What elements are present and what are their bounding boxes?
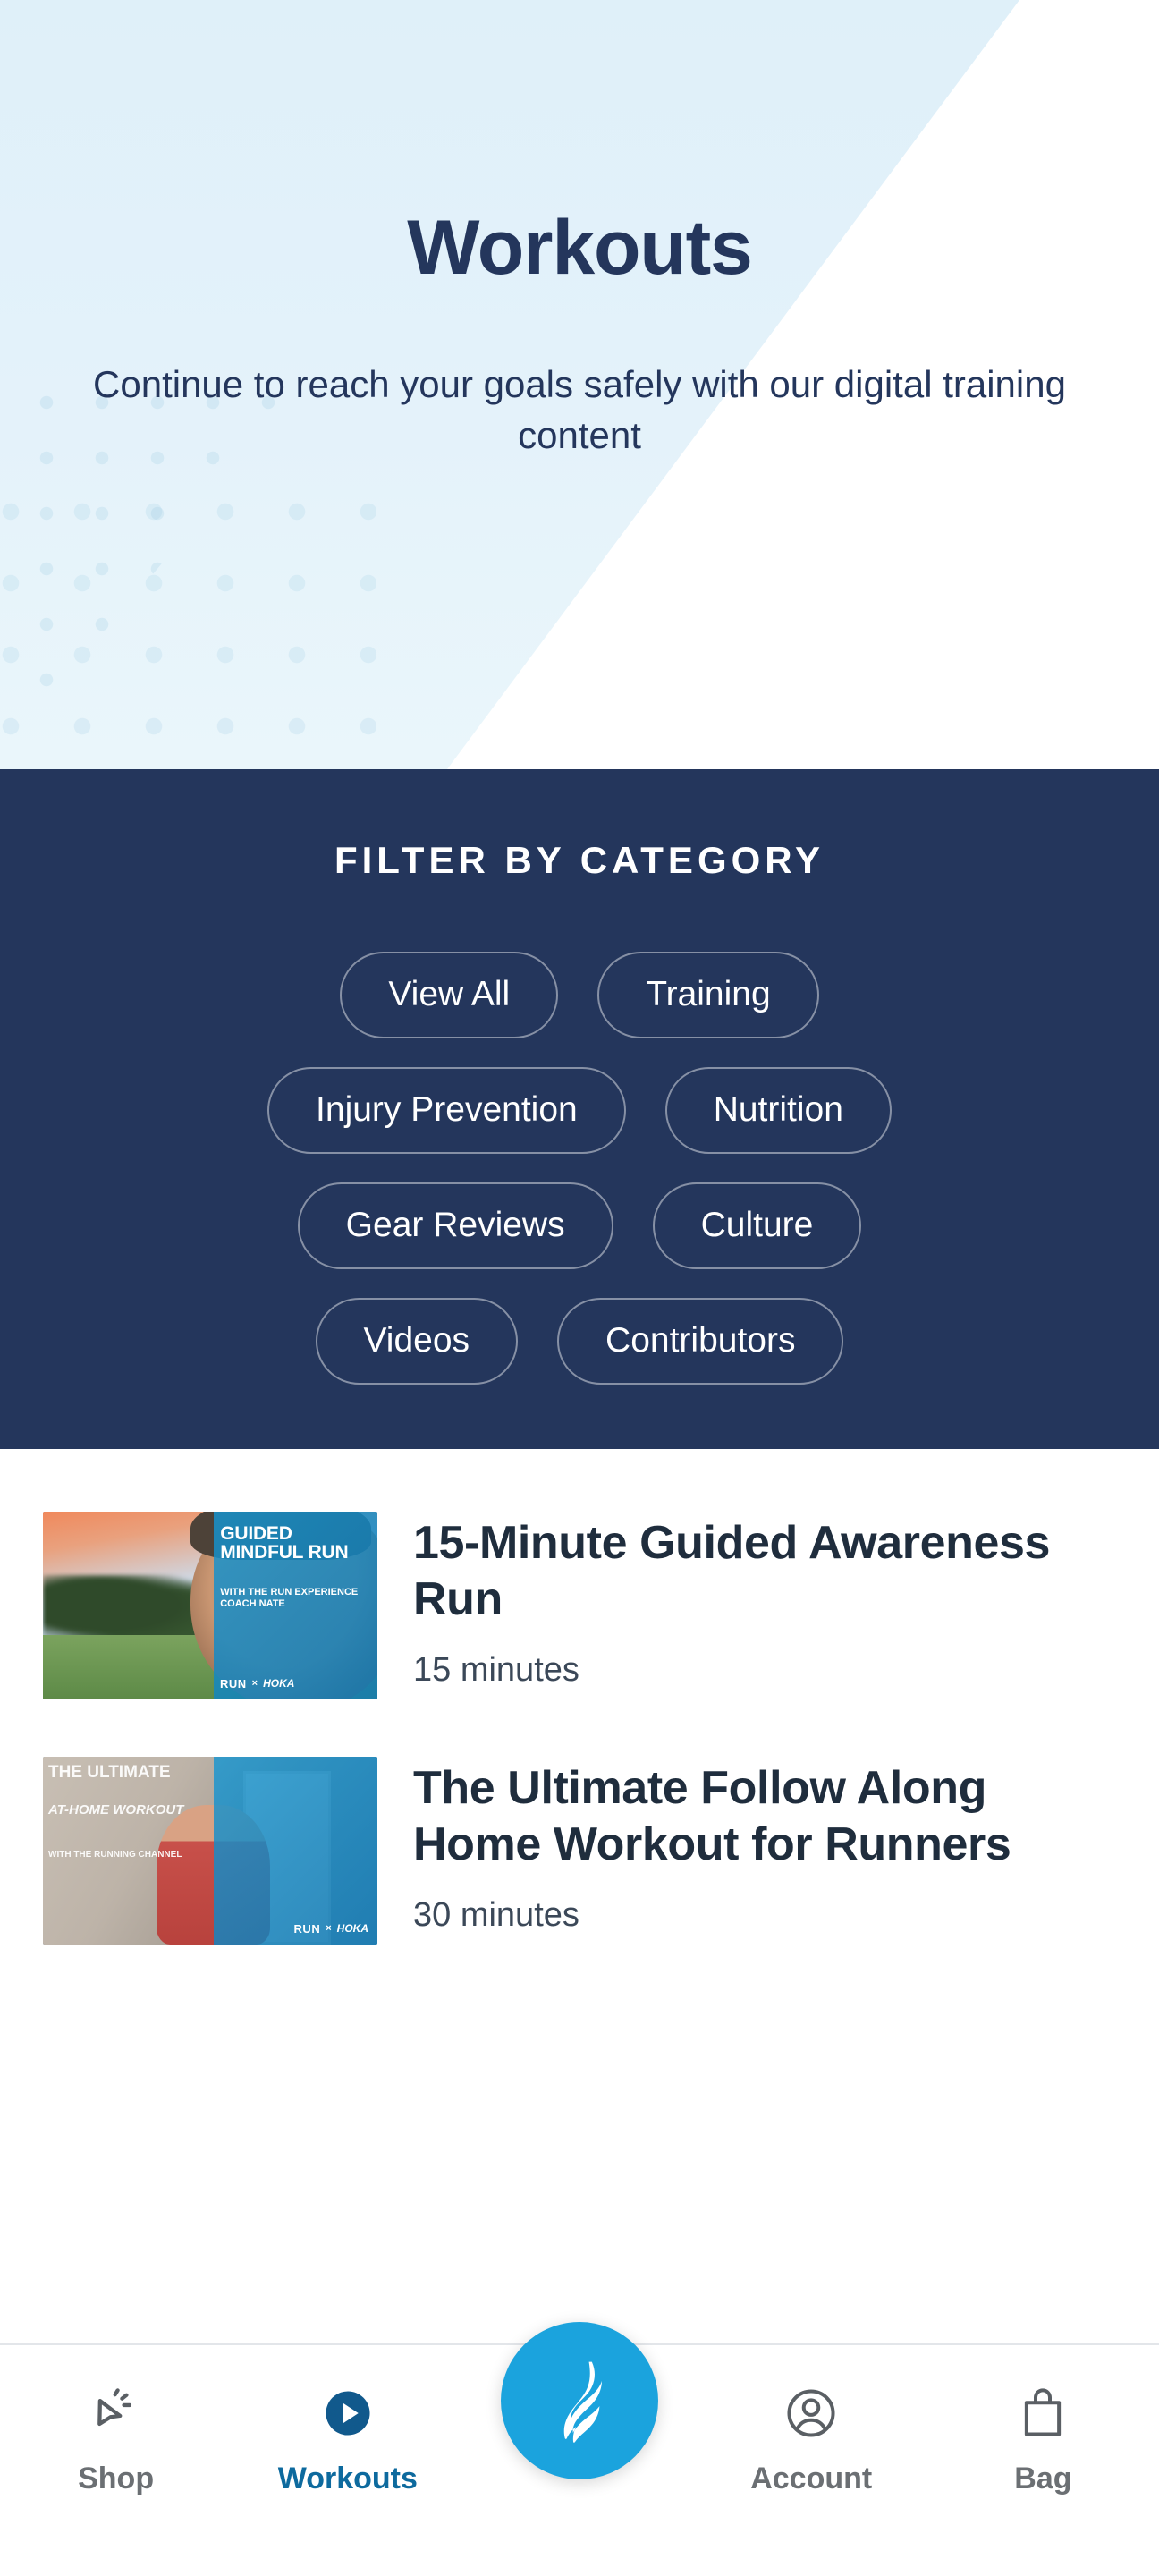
filter-heading: FILTER BY CATEGORY — [334, 839, 825, 881]
filter-chip-culture[interactable]: Culture — [652, 1182, 862, 1269]
thumbnail-overlay-subline: AT-HOME WORKOUT — [48, 1801, 184, 1818]
brand-run-label: RUN — [293, 1921, 321, 1936]
workout-meta: 15-Minute Guided Awareness Run 15 minute… — [413, 1512, 1116, 1690]
filter-chip-injury-prevention[interactable]: Injury Prevention — [267, 1066, 626, 1154]
thumbnail-overlay-headline: GUIDED MINDFUL RUN — [220, 1522, 349, 1563]
filter-chip-group: View All Training Injury Prevention Nutr… — [0, 952, 1159, 1385]
filter-section: FILTER BY CATEGORY View All Training Inj… — [0, 769, 1159, 1449]
filter-chip-row: Injury Prevention Nutrition — [267, 1066, 892, 1154]
workout-title[interactable]: 15-Minute Guided Awareness Run — [413, 1515, 1116, 1629]
tab-label-shop: Shop — [78, 2462, 155, 2496]
tab-bag[interactable]: Bag — [927, 2345, 1159, 2496]
tab-shop[interactable]: Shop — [0, 2345, 232, 2496]
filter-chip-view-all[interactable]: View All — [340, 952, 559, 1038]
flame-logo-icon — [533, 2352, 626, 2450]
filter-chip-videos[interactable]: Videos — [315, 1297, 519, 1385]
filter-chip-nutrition[interactable]: Nutrition — [664, 1066, 892, 1154]
thumbnail-overlay-subline-2: WITH THE RUNNING CHANNEL — [48, 1849, 182, 1860]
filter-chip-row: View All Training — [340, 952, 819, 1038]
thumbnail-overlay-panel — [213, 1756, 377, 1945]
shopping-bag-icon — [1011, 2381, 1075, 2445]
app-screen: Workouts Continue to reach your goals sa… — [0, 0, 1159, 2576]
thumbnail-brand-lockup: RUN × HOKA — [294, 1922, 368, 1936]
page-title: Workouts — [407, 205, 753, 291]
list-item[interactable]: THE ULTIMATE AT-HOME WORKOUT WITH THE RU… — [0, 1735, 1159, 1980]
thumbnail-overlay-headline: THE ULTIMATE — [48, 1762, 171, 1782]
brand-separator-icon: × — [326, 1923, 332, 1935]
cursor-click-icon — [84, 2381, 148, 2445]
workout-meta: The Ultimate Follow Along Home Workout f… — [413, 1757, 1116, 1936]
thumbnail-overlay-subline: WITH THE RUN EXPERIENCE COACH NATE — [220, 1586, 359, 1609]
workout-title[interactable]: The Ultimate Follow Along Home Workout f… — [413, 1760, 1116, 1874]
filter-chip-training[interactable]: Training — [597, 952, 819, 1038]
bottom-tab-bar: Shop Workouts Account Bag — [0, 2322, 1159, 2576]
workout-duration: 30 minutes — [413, 1896, 580, 1935]
center-action-button[interactable] — [501, 2322, 658, 2479]
brand-separator-icon: × — [251, 1678, 258, 1690]
filter-chip-contributors[interactable]: Contributors — [557, 1297, 844, 1385]
tab-label-workouts: Workouts — [277, 2462, 418, 2496]
page-subtitle: Continue to reach your goals safely with… — [93, 363, 1066, 456]
brand-hoka-label: HOKA — [263, 1677, 295, 1690]
user-circle-icon — [779, 2381, 843, 2445]
tab-workouts[interactable]: Workouts — [232, 2345, 463, 2496]
filter-chip-gear-reviews[interactable]: Gear Reviews — [297, 1182, 613, 1269]
tab-label-bag: Bag — [1014, 2462, 1072, 2496]
hero-header: Workouts Continue to reach your goals sa… — [0, 0, 1159, 769]
play-circle-icon — [316, 2381, 380, 2445]
list-item[interactable]: GUIDED MINDFUL RUN WITH THE RUN EXPERIEN… — [0, 1490, 1159, 1735]
workout-thumbnail[interactable]: THE ULTIMATE AT-HOME WORKOUT WITH THE RU… — [43, 1756, 377, 1945]
filter-chip-row: Videos Contributors — [315, 1297, 844, 1385]
brand-run-label: RUN — [219, 1676, 247, 1690]
hero-dot-pattern-secondary — [0, 501, 376, 769]
workout-thumbnail[interactable]: GUIDED MINDFUL RUN WITH THE RUN EXPERIEN… — [43, 1511, 377, 1699]
tab-label-account: Account — [750, 2462, 873, 2496]
filter-chip-row: Gear Reviews Culture — [297, 1182, 862, 1269]
workout-duration: 15 minutes — [413, 1651, 580, 1690]
brand-hoka-label: HOKA — [336, 1922, 368, 1936]
thumbnail-brand-lockup: RUN × HOKA — [215, 1677, 368, 1690]
workout-list: GUIDED MINDFUL RUN WITH THE RUN EXPERIEN… — [0, 1448, 1159, 1980]
tab-account[interactable]: Account — [696, 2345, 927, 2496]
